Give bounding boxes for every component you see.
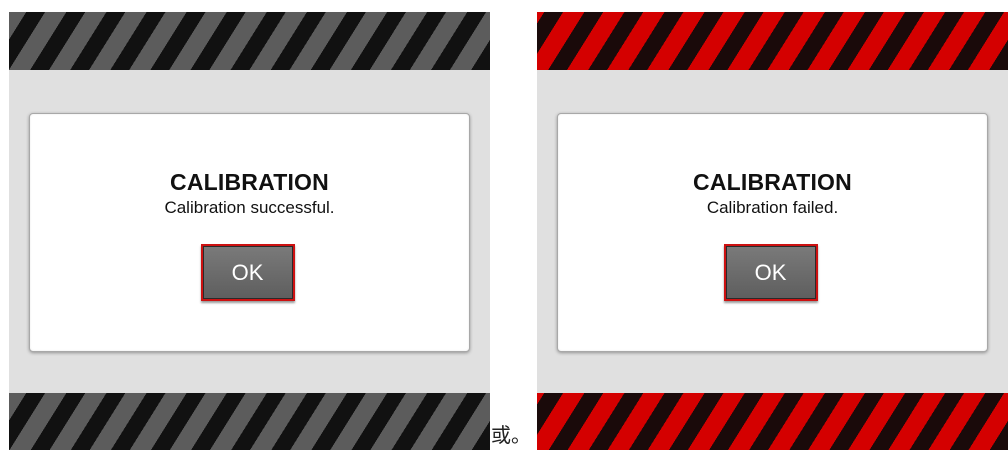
calibration-dialog: CALIBRATION Calibration failed. OK [557,113,988,352]
bottom-hazard-stripe [537,393,1008,450]
top-hazard-stripe [9,12,490,70]
dialog-title: CALIBRATION [693,169,852,195]
calibration-dialog: CALIBRATION Calibration successful. OK [29,113,470,352]
dialog-message: Calibration successful. [164,198,335,217]
ok-button[interactable]: OK [200,244,295,301]
dialog-message: Calibration failed. [706,198,839,217]
ok-button[interactable]: OK [723,244,818,301]
separator-text: 或。 [491,423,531,447]
bottom-hazard-stripe [9,393,490,450]
top-hazard-stripe [537,12,1008,70]
calibration-failed-screen: CALIBRATION Calibration failed. OK [537,12,1008,450]
dialog-title: CALIBRATION [170,169,329,195]
comparison-stage: CALIBRATION Calibration successful. OK 或… [0,0,1008,450]
calibration-success-screen: CALIBRATION Calibration successful. OK [9,12,490,450]
